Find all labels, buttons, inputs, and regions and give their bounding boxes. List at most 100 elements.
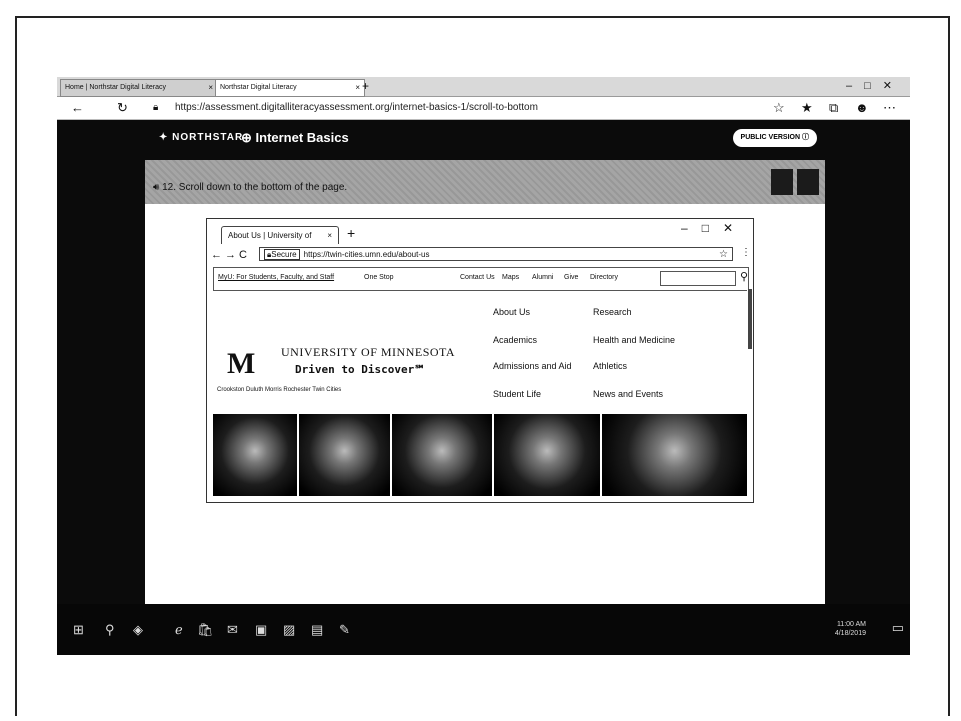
clock-date: 4/18/2019 bbox=[834, 630, 866, 637]
umn-top-links: MyU: For Students, Faculty, and Staff On… bbox=[213, 267, 749, 291]
more-icon[interactable]: ⋮ bbox=[741, 247, 751, 258]
system-tray-clock[interactable]: 11:00 AM 4/18/2019 bbox=[835, 620, 866, 638]
hero-photo-strip bbox=[213, 414, 748, 496]
umn-tagline: Driven to Discover℠ bbox=[295, 363, 426, 376]
collections-icon[interactable]: ⧉ bbox=[829, 100, 838, 116]
edge-address-bar: ← ↻ 🔒︎ https://assessment.digitalliterac… bbox=[57, 97, 910, 120]
edge-tab-active[interactable]: Northstar Digital Literacy × bbox=[215, 79, 365, 97]
edge-tab-home[interactable]: Home | Northstar Digital Literacy × bbox=[60, 79, 218, 97]
close-icon[interactable]: × bbox=[355, 80, 360, 96]
nav-buttons: ←→C bbox=[211, 247, 250, 263]
course-title: ⊕ Internet Basics bbox=[241, 130, 349, 145]
page-border-left bbox=[15, 16, 17, 716]
chrome-tab-about-us[interactable]: About Us | University of × bbox=[221, 226, 339, 244]
search-icon[interactable]: ⚲ bbox=[105, 622, 115, 638]
dark-margin-right bbox=[825, 120, 910, 621]
public-version-label: PUBLIC VERSION bbox=[740, 134, 801, 141]
northstar-app: ✦ NORTHSTAR ⊕ Internet Basics PUBLIC VER… bbox=[145, 120, 825, 647]
task-area: About Us | University of × + –□✕ ←→C 🔒︎S… bbox=[145, 204, 825, 621]
new-tab-button[interactable]: + bbox=[362, 78, 369, 94]
edge-icon[interactable]: ℯ bbox=[175, 622, 183, 638]
northstar-logo-text: NORTHSTAR bbox=[172, 132, 244, 143]
public-version-button[interactable]: PUBLIC VERSION ⓘ bbox=[732, 129, 817, 147]
chrome-omnibox[interactable]: 🔒︎Secure https://twin-cities.umn.edu/abou… bbox=[259, 247, 733, 261]
nav-research[interactable]: Research bbox=[593, 307, 632, 317]
nav-athletics[interactable]: Athletics bbox=[593, 361, 627, 371]
nav-academics[interactable]: Academics bbox=[493, 335, 537, 345]
page-border-top bbox=[15, 16, 950, 18]
more-icon[interactable]: ⋯ bbox=[883, 100, 896, 116]
back-arrow-icon[interactable]: ← bbox=[211, 249, 225, 261]
scrollbar-thumb[interactable] bbox=[748, 289, 752, 349]
northstar-logo: ✦ NORTHSTAR bbox=[159, 132, 244, 143]
chrome-tab-label: About Us | University of bbox=[228, 231, 312, 240]
edge-tab-label: Northstar Digital Literacy bbox=[220, 84, 297, 91]
umn-search-input[interactable] bbox=[660, 271, 736, 286]
link-contact-us[interactable]: Contact Us bbox=[460, 268, 495, 288]
secure-label: Secure bbox=[271, 250, 297, 259]
store-icon[interactable]: 🛍︎ bbox=[197, 622, 214, 638]
search-icon[interactable]: ⚲ bbox=[740, 268, 748, 286]
refresh-icon[interactable]: ↻ bbox=[117, 100, 128, 116]
chrome-browser-window: About Us | University of × + –□✕ ←→C 🔒︎S… bbox=[206, 218, 754, 503]
screenshot: Home | Northstar Digital Literacy × Nort… bbox=[57, 77, 910, 655]
forward-arrow-icon[interactable]: → bbox=[225, 249, 239, 261]
app-icon[interactable]: ▤ bbox=[311, 622, 323, 638]
page-border-right bbox=[948, 16, 950, 716]
link-directory[interactable]: Directory bbox=[590, 268, 618, 288]
profile-icon[interactable]: ☻ bbox=[855, 100, 869, 116]
umn-campuses: Crookston Duluth Morris Rochester Twin C… bbox=[217, 387, 342, 393]
favorites-icon[interactable]: ★ bbox=[801, 100, 813, 116]
edge-tab-strip: Home | Northstar Digital Literacy × Nort… bbox=[57, 77, 910, 97]
notification-icon[interactable]: ▭ bbox=[892, 620, 904, 636]
link-myu[interactable]: MyU: For Students, Faculty, and Staff bbox=[218, 268, 334, 288]
umn-name: UNIVERSITY OF MINNESOTA bbox=[281, 345, 456, 359]
lock-icon: 🔒︎ bbox=[153, 102, 159, 113]
refresh-icon[interactable]: C bbox=[239, 249, 250, 261]
hero-photo bbox=[601, 414, 748, 496]
bookmark-star-icon[interactable]: ☆ bbox=[719, 248, 728, 262]
link-maps[interactable]: Maps bbox=[502, 268, 519, 288]
close-icon[interactable]: × bbox=[327, 227, 332, 245]
nav-health[interactable]: Health and Medicine bbox=[593, 335, 675, 345]
task-button-2[interactable] bbox=[797, 169, 819, 195]
app-icon[interactable]: ▨ bbox=[283, 622, 295, 638]
nav-news[interactable]: News and Events bbox=[593, 389, 663, 399]
windows-taskbar: ⊞ ⚲ ◈ ℯ 🛍︎ ✉ ▣ ▨ ▤ ✎ 11:00 AM 4/18/2019 … bbox=[57, 604, 910, 655]
task-instruction-bar: 🔊︎ 12. Scroll down to the bottom of the … bbox=[145, 160, 825, 204]
task-instruction: 🔊︎ 12. Scroll down to the bottom of the … bbox=[153, 182, 347, 193]
link-one-stop[interactable]: One Stop bbox=[364, 268, 394, 288]
task-button-1[interactable] bbox=[771, 169, 793, 195]
task-instruction-text: 12. Scroll down to the bottom of the pag… bbox=[162, 182, 348, 193]
reading-mode-icon[interactable]: ☆ bbox=[773, 100, 785, 116]
secure-badge: 🔒︎Secure bbox=[264, 249, 300, 260]
task-view-icon[interactable]: ◈ bbox=[133, 622, 143, 638]
address-input[interactable]: https://assessment.digitalliteracyassess… bbox=[175, 101, 538, 115]
northstar-header: ✦ NORTHSTAR ⊕ Internet Basics PUBLIC VER… bbox=[145, 120, 825, 160]
app-icon[interactable]: ✎ bbox=[339, 622, 350, 638]
nav-student-life[interactable]: Student Life bbox=[493, 389, 541, 399]
chrome-scrollbar[interactable] bbox=[747, 289, 753, 499]
hero-photo bbox=[213, 414, 297, 496]
nav-admissions[interactable]: Admissions and Aid bbox=[493, 361, 572, 371]
windows-start-icon[interactable]: ⊞ bbox=[73, 622, 84, 638]
hero-photo bbox=[392, 414, 492, 496]
hero-photo bbox=[298, 414, 391, 496]
nav-about-us[interactable]: About Us bbox=[493, 307, 530, 317]
new-tab-button[interactable]: + bbox=[347, 225, 355, 241]
word-icon[interactable]: ▣ bbox=[255, 622, 267, 638]
link-give[interactable]: Give bbox=[564, 268, 578, 288]
speaker-icon[interactable]: 🔊︎ bbox=[153, 182, 159, 193]
mail-icon[interactable]: ✉ bbox=[227, 622, 238, 638]
chrome-address-row: ←→C 🔒︎Secure https://twin-cities.umn.edu/… bbox=[207, 245, 753, 265]
window-controls[interactable]: –□✕ bbox=[846, 77, 904, 95]
hero-photo bbox=[493, 414, 600, 496]
back-arrow-icon[interactable]: ← bbox=[71, 100, 84, 116]
chrome-url: https://twin-cities.umn.edu/about-us bbox=[303, 250, 430, 259]
clock-time: 11:00 AM bbox=[836, 621, 866, 628]
info-icon: ⓘ bbox=[802, 134, 809, 141]
link-alumni[interactable]: Alumni bbox=[532, 268, 553, 288]
close-icon[interactable]: × bbox=[208, 80, 213, 96]
window-controls[interactable]: –□✕ bbox=[681, 221, 747, 235]
edge-tab-label: Home | Northstar Digital Literacy bbox=[65, 84, 167, 91]
